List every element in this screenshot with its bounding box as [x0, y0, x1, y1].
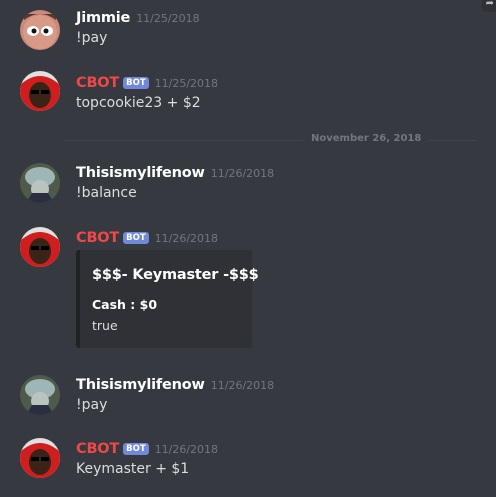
author-name[interactable]: Jimmie [76, 10, 130, 26]
date-divider: November 26, 2018 [303, 133, 430, 144]
timestamp: 11/26/2018 [154, 232, 219, 245]
timestamp: 11/26/2018 [154, 443, 219, 456]
author-name[interactable]: CBOT [76, 441, 119, 457]
author-name[interactable]: Thisismylifenow [76, 165, 205, 181]
bot-badge: BOT [123, 443, 149, 455]
bot-badge: BOT [123, 77, 149, 89]
embed-field-name: Cash : $0 [92, 297, 158, 312]
message-text: !balance [76, 185, 137, 201]
avatar-cbot[interactable] [20, 71, 60, 111]
avatar-thisismylifenow[interactable] [20, 163, 60, 203]
avatar-cbot[interactable] [20, 227, 60, 267]
bot-badge: BOT [123, 232, 149, 244]
author-name[interactable]: CBOT [76, 75, 119, 91]
author-name[interactable]: CBOT [76, 230, 119, 246]
embed-field-value: true [92, 318, 118, 333]
timestamp: 11/26/2018 [210, 167, 275, 180]
avatar-jimmie[interactable] [20, 10, 60, 50]
timestamp: 11/26/2018 [210, 379, 275, 392]
avatar-cbot[interactable] [20, 438, 60, 478]
corner-reply-button[interactable]: ➦ [482, 0, 496, 12]
rich-embed: $$$- Keymaster -$$$ Cash : $0 true [76, 250, 259, 348]
reply-arrow-icon: ➦ [485, 0, 494, 9]
embed-title: $$$- Keymaster -$$$ [92, 267, 259, 283]
timestamp: 11/25/2018 [154, 77, 219, 90]
author-name[interactable]: Thisismylifenow [76, 377, 205, 393]
message-text: !pay [76, 397, 108, 413]
timestamp: 11/25/2018 [136, 12, 200, 25]
message-text: topcookie23 + $2 [76, 95, 201, 111]
message-text: !pay [76, 30, 108, 46]
message-text: Keymaster + $1 [76, 461, 190, 477]
avatar-thisismylifenow[interactable] [20, 375, 60, 415]
